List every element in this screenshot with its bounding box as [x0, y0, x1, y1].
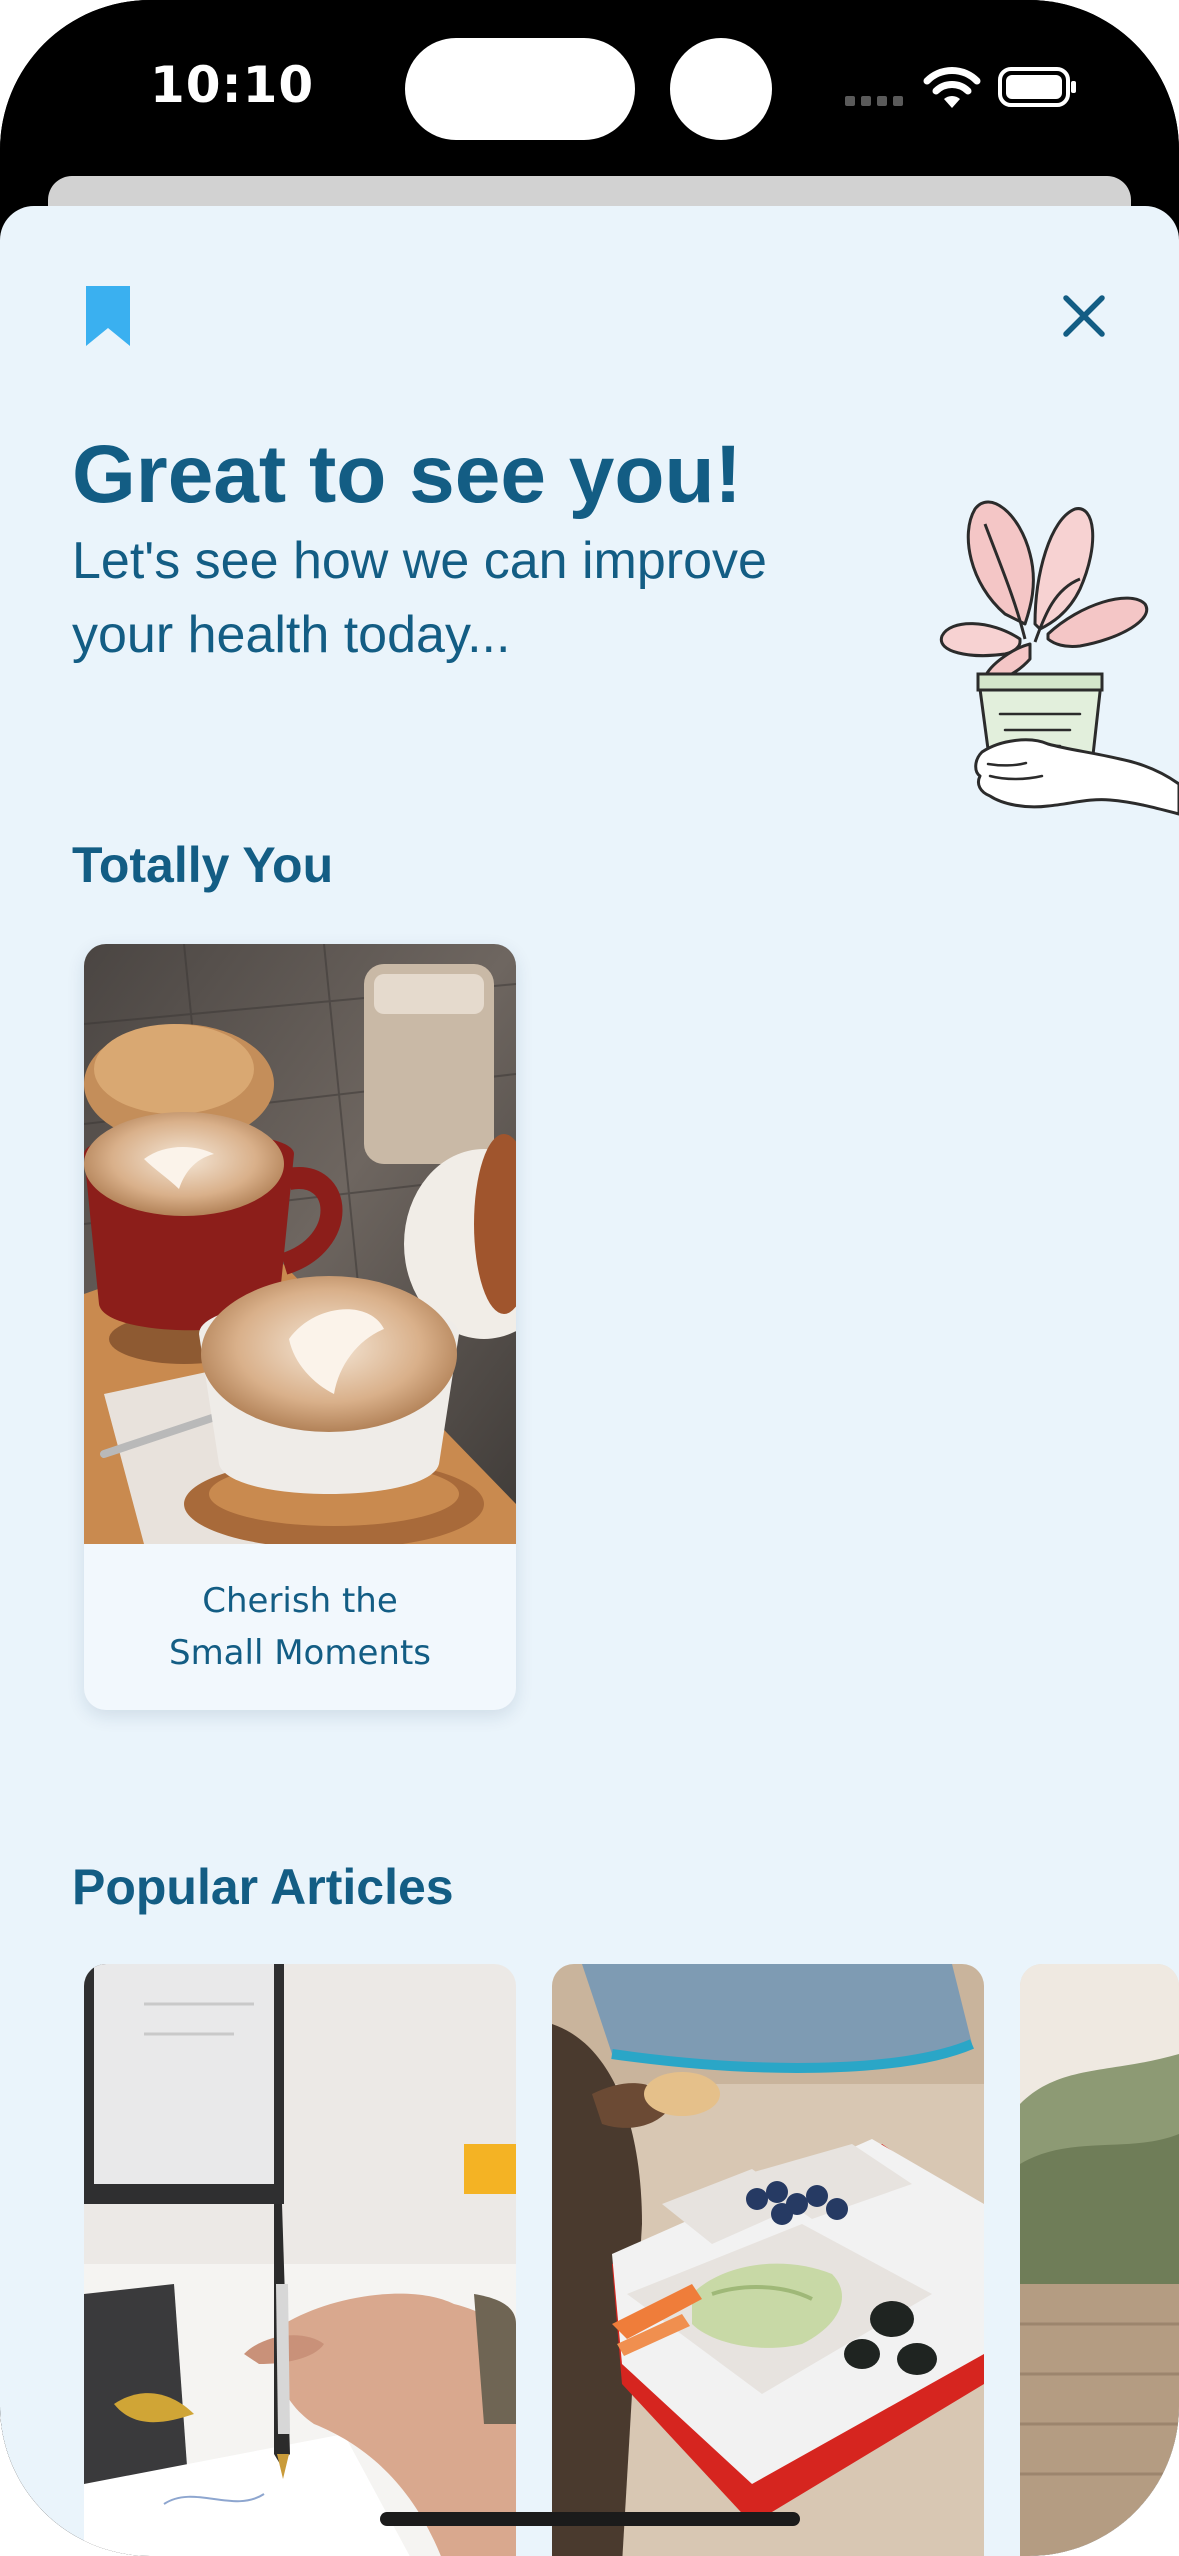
popular-article-outdoor[interactable]	[1020, 1964, 1179, 2556]
wifi-icon	[923, 67, 981, 108]
section-title-popular-articles: Popular Articles	[72, 1859, 454, 1915]
popular-article-writing[interactable]	[84, 1964, 516, 2556]
writing-desk-image	[84, 1964, 516, 2556]
section-title-totally-you: Totally You	[72, 837, 334, 893]
phone-screen: 10:10 Great to see you! Let's see how we…	[0, 0, 1179, 2556]
card-caption: Cherish the Small Moments	[84, 1552, 516, 1702]
camera-dot	[670, 38, 772, 140]
close-icon[interactable]	[1062, 294, 1106, 338]
lunchbox-image	[552, 1964, 984, 2556]
home-indicator[interactable]	[380, 2512, 800, 2526]
popular-article-lunchbox[interactable]	[552, 1964, 984, 2556]
dynamic-island	[405, 38, 635, 140]
status-bar: 10:10	[0, 0, 1179, 176]
plant-illustration	[939, 500, 1179, 816]
article-card-cherish-small-moments[interactable]: Cherish the Small Moments	[84, 944, 516, 1710]
greeting-subtitle: Let's see how we can improve your health…	[72, 532, 767, 664]
home-sheet: Great to see you! Let's see how we can i…	[0, 206, 1179, 2556]
status-time: 10:10	[150, 56, 315, 114]
coffee-cups-image	[84, 944, 516, 1544]
greeting-title: Great to see you!	[72, 429, 742, 520]
bookmark-icon[interactable]	[84, 284, 132, 348]
card-title: Cherish the Small Moments	[168, 1581, 431, 1673]
outdoor-path-image	[1020, 1964, 1179, 2556]
cellular-signal-icon	[845, 96, 903, 106]
battery-icon	[998, 67, 1076, 107]
